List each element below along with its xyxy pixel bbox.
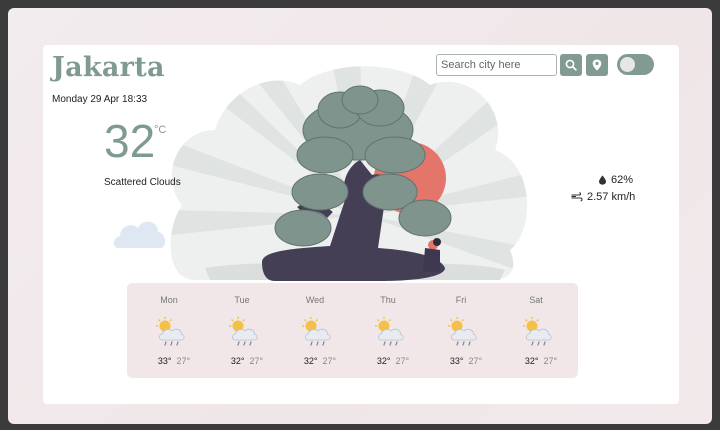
search-input[interactable] <box>436 54 557 76</box>
forecast-low: 27° <box>176 356 191 366</box>
forecast-temps: 32° 27° <box>290 356 350 366</box>
forecast-day-name: Tue <box>234 295 250 305</box>
sun-cloud-rain-icon <box>375 316 404 346</box>
forecast-high: 33° <box>157 356 172 366</box>
temperature-unit: °C <box>154 124 167 136</box>
city-name: Jakarta <box>52 52 165 83</box>
location-pin-icon <box>592 59 602 71</box>
wind-icon <box>571 192 583 202</box>
sun-cloud-rain-icon <box>229 316 258 346</box>
sun-cloud-rain-icon <box>523 316 552 346</box>
toggle-knob <box>620 57 635 72</box>
wind-stat: 2.57 km/h <box>571 191 635 203</box>
forecast-day-name: Mon <box>160 295 178 305</box>
sun-cloud-rain-icon <box>156 316 185 346</box>
humidity-drop-icon <box>599 175 606 185</box>
forecast-high: 32° <box>230 356 245 366</box>
forecast-temps: 33° 27° <box>436 356 496 366</box>
wind-value: 2.57 km/h <box>587 191 636 203</box>
forecast-temps: 32° 27° <box>363 356 423 366</box>
current-temperature: 32 <box>104 115 156 167</box>
forecast-day-name: Wed <box>305 295 325 305</box>
humidity-stat: 62% <box>598 174 633 186</box>
forecast-low: 27° <box>322 356 337 366</box>
forecast-high: 32° <box>524 356 539 366</box>
search-button[interactable] <box>560 54 582 76</box>
date-time: Monday 29 Apr 18:33 <box>52 94 148 105</box>
forecast-temps: 32° 27° <box>217 356 277 366</box>
forecast-low: 27° <box>543 356 558 366</box>
forecast-high: 33° <box>449 356 464 366</box>
forecast-low: 27° <box>395 356 410 366</box>
sun-cloud-rain-icon <box>302 316 331 346</box>
forecast-day-name: Sat <box>529 295 543 305</box>
forecast-panel: Mon 33° 27° Tue 32° 27° Wed 32° 27° Thu <box>127 283 578 378</box>
forecast-high: 32° <box>303 356 318 366</box>
weather-condition: Scattered Clouds <box>104 177 181 188</box>
forecast-low: 27° <box>468 356 483 366</box>
sun-cloud-rain-icon <box>448 316 477 346</box>
search-icon <box>565 59 577 71</box>
forecast-temps: 33° 27° <box>144 356 204 366</box>
forecast-day-name: Fri <box>455 295 467 305</box>
forecast-temps: 32° 27° <box>511 356 571 366</box>
location-button[interactable] <box>586 54 608 76</box>
theme-toggle[interactable] <box>617 54 654 75</box>
humidity-value: 62% <box>611 174 634 186</box>
forecast-high: 32° <box>376 356 391 366</box>
forecast-day-name: Thu <box>380 295 396 305</box>
forecast-low: 27° <box>249 356 264 366</box>
